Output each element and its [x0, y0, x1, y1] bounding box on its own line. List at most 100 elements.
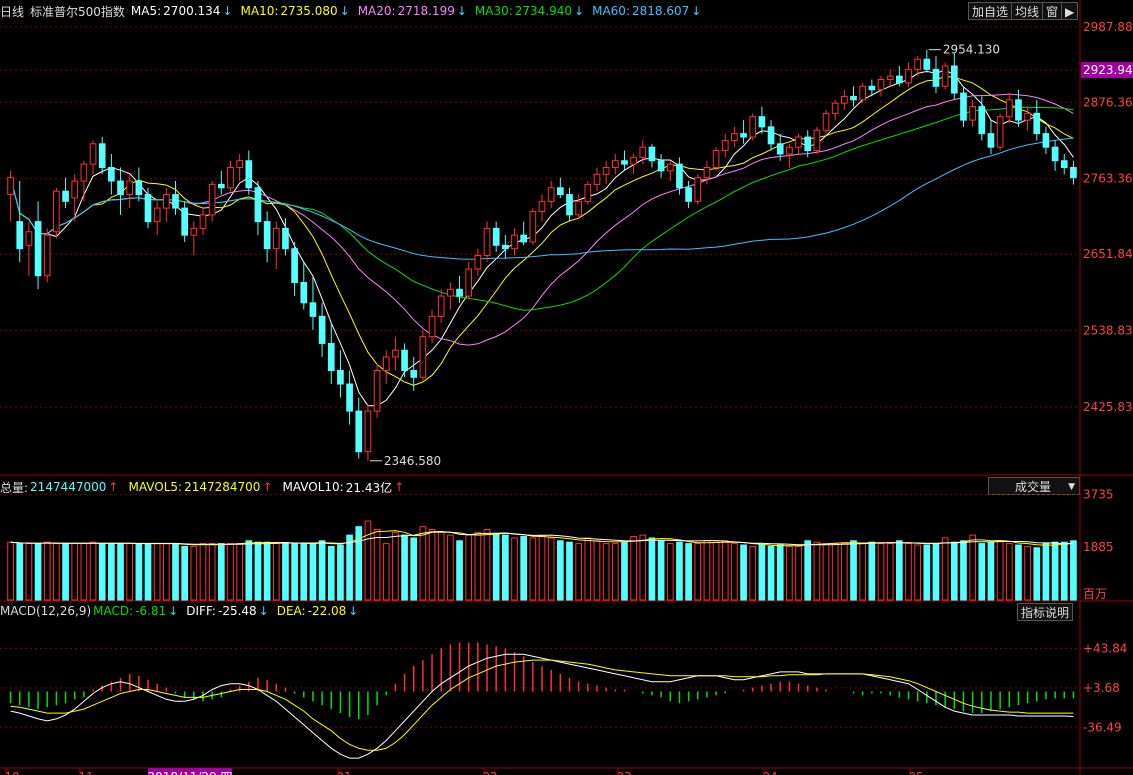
candle-body	[392, 349, 399, 358]
candle-body	[364, 410, 372, 453]
ma5-line	[10, 69, 1074, 407]
candle-body	[34, 221, 42, 277]
x-tick-label: 05	[908, 770, 923, 775]
price-tick-label: 2538.837	[1083, 324, 1133, 338]
candle-body	[117, 180, 124, 196]
candle-body	[648, 146, 656, 162]
volume-bar	[263, 541, 271, 601]
volume-bar	[712, 541, 720, 601]
candle-body	[914, 58, 921, 70]
candle-body	[327, 342, 335, 371]
candle-body	[804, 136, 812, 152]
volume-bar	[98, 543, 106, 601]
stock-chart[interactable]: 2987.883 2923.946 2876.365 2763.360 2651.842…	[0, 0, 1133, 775]
volume-bar	[7, 541, 14, 601]
candle-body	[483, 227, 491, 256]
volume-bar	[401, 534, 408, 601]
volume-bar	[1042, 543, 1050, 601]
candle-body	[611, 160, 619, 168]
candle-body	[126, 180, 134, 196]
volume-bar	[950, 541, 958, 601]
candle-body	[419, 336, 427, 378]
candle-body	[721, 139, 729, 152]
volume-bar	[62, 543, 69, 601]
candle-body	[749, 116, 757, 138]
candle-body	[217, 183, 225, 189]
candle-body	[1024, 112, 1031, 121]
x-tick-label: 2018/11/29 四	[148, 770, 233, 775]
price-tick-label: 2651.842	[1083, 247, 1133, 261]
volume-bar	[721, 540, 729, 601]
volume-bar	[905, 543, 912, 601]
volume-bar	[813, 541, 821, 601]
volume-bar	[43, 541, 51, 601]
candle-body	[7, 177, 14, 196]
candle-body	[758, 116, 766, 128]
volume-bar	[437, 531, 445, 601]
price-tick-label: 2763.360	[1083, 172, 1133, 186]
candle-body	[786, 146, 793, 155]
candle-body	[666, 163, 674, 172]
candle-body	[318, 315, 326, 344]
candle-body	[492, 227, 500, 246]
x-tick-label: 03	[616, 770, 631, 775]
volume-bar	[71, 543, 79, 601]
volume-bar	[300, 543, 308, 601]
volume-bar	[895, 540, 903, 601]
candle-body	[520, 234, 528, 243]
candle-body	[795, 136, 802, 148]
volume-bar	[639, 534, 647, 601]
macd-tick-label: +3.68	[1083, 681, 1120, 695]
candle-body	[172, 194, 179, 209]
x-tick-label: 10	[4, 770, 19, 775]
candle-body	[25, 231, 33, 246]
volume-bar	[227, 543, 234, 601]
volume-bar	[492, 533, 500, 601]
volume-bar	[483, 528, 491, 601]
candle-body	[676, 163, 683, 189]
candle-body	[98, 143, 106, 168]
price-tick-label: 2876.365	[1083, 95, 1133, 109]
volume-tick-label: 1885	[1083, 540, 1114, 554]
volume-bar	[163, 543, 170, 601]
candle-body	[969, 106, 976, 121]
candle-body	[630, 156, 637, 165]
candle-body	[199, 214, 207, 229]
candle-body	[382, 356, 390, 371]
volume-bar	[877, 543, 885, 601]
candle-body	[401, 349, 408, 371]
candle-body	[163, 194, 170, 209]
volume-bar	[776, 544, 784, 601]
candle-body	[62, 190, 69, 202]
candle-body	[859, 85, 867, 101]
candle-body	[941, 65, 949, 87]
candle-body	[309, 302, 317, 317]
candle-body	[144, 194, 152, 223]
candle-body	[346, 383, 353, 412]
candle-body	[547, 187, 555, 202]
volume-bar	[859, 543, 867, 601]
candle-body	[511, 234, 518, 250]
volume-bar	[108, 543, 115, 601]
volume-bar	[914, 544, 921, 601]
volume-bar	[538, 534, 546, 601]
volume-bar	[254, 541, 262, 601]
macd-tick-label: +43.84	[1083, 642, 1127, 656]
volume-bar	[1005, 543, 1013, 601]
volume-bar	[556, 540, 564, 601]
x-tick-label: 04	[762, 770, 777, 775]
volume-bar	[749, 545, 757, 601]
candle-body	[16, 221, 24, 250]
candle-body	[1060, 160, 1068, 168]
volume-bar	[1015, 544, 1022, 601]
ma10-line	[10, 75, 1074, 386]
candle-body	[731, 133, 738, 141]
volume-bar	[327, 545, 335, 601]
volume-bar	[1024, 545, 1031, 601]
price-tick-label: 2425.832	[1083, 400, 1133, 414]
candle-body	[685, 187, 692, 202]
candle-body	[337, 369, 344, 385]
candle-body	[447, 288, 454, 297]
candle-body	[767, 126, 775, 145]
volume-unit-label: 百万	[1083, 587, 1107, 601]
